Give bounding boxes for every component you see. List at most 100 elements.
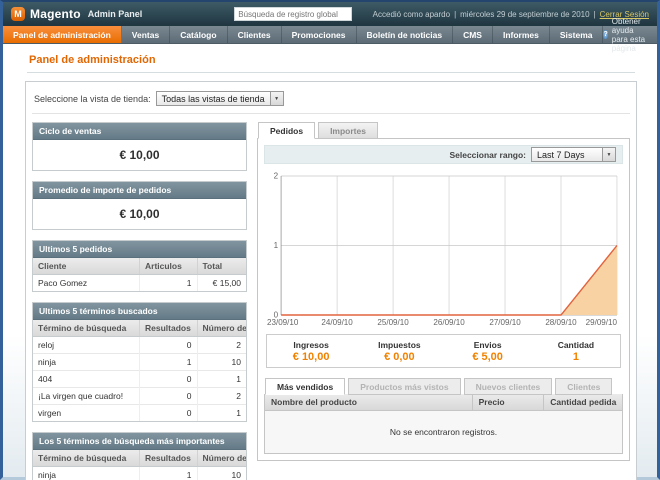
column-header: Número de usos [197, 450, 246, 467]
svg-text:2: 2 [274, 172, 279, 181]
column-header: Término de búsqueda [33, 320, 140, 337]
products-table: Nombre del producto Precio Cantidad pedi… [264, 394, 623, 454]
nav-boletin[interactable]: Boletín de noticias [357, 26, 454, 43]
svg-text:0: 0 [274, 311, 279, 320]
stat-label: Cantidad [532, 340, 620, 350]
cell-total: € 15,00 [197, 275, 246, 292]
cell-results: 0 [140, 371, 198, 388]
average-orders-title: Promedio de importe de pedidos [33, 182, 246, 199]
range-select[interactable]: Last 7 Days ▼ [531, 147, 616, 162]
cell-term: ninja [33, 467, 140, 480]
magento-logo-icon: M [11, 7, 25, 21]
header-date: miércoles 29 de septiembre de 2010 [460, 10, 589, 19]
table-row[interactable]: ninja 1 10 [33, 467, 246, 480]
cell-term: reloj [33, 337, 140, 354]
help-icon: ? [603, 30, 607, 39]
admin-header: M Magento Admin Panel Accedió como apard… [3, 2, 657, 26]
stat-label: Impuestos [355, 340, 443, 350]
nav-informes[interactable]: Informes [493, 26, 550, 43]
chevron-down-icon: ▼ [602, 148, 615, 161]
average-orders-box: Promedio de importe de pedidos € 10,00 [32, 181, 247, 230]
svg-text:27/09/10: 27/09/10 [489, 318, 521, 327]
last-orders-box: Ultimos 5 pedidos Cliente Articulos Tota… [32, 240, 247, 292]
title-divider [27, 72, 635, 73]
logged-in-text: Accedió como apardo [373, 10, 450, 19]
totals-bar: Ingresos € 10,00 Impuestos € 0,00 Envios… [266, 334, 621, 368]
table-row[interactable]: Paco Gomez 1 € 15,00 [33, 275, 246, 292]
table-row[interactable]: ¡La virgen que cuadro! 0 2 [33, 388, 246, 405]
nav-catalogo[interactable]: Catálogo [170, 26, 227, 43]
dashboard-container: Seleccione la vista de tienda: Todas las… [25, 81, 637, 480]
page-title: Panel de administración [25, 52, 637, 72]
tab-mas-vendidos[interactable]: Más vendidos [265, 378, 345, 395]
column-header: Cliente [33, 258, 140, 275]
range-label: Seleccionar rango: [449, 150, 526, 160]
cell-items: 1 [140, 275, 198, 292]
chart-tabs: Pedidos Importes [257, 122, 630, 139]
tab-importes[interactable]: Importes [318, 122, 378, 139]
cell-results: 0 [140, 388, 198, 405]
cell-customer: Paco Gomez [33, 275, 140, 292]
stat-value: 1 [532, 351, 620, 363]
cell-results: 0 [140, 337, 198, 354]
orders-chart: 23/09/1024/09/1025/09/1026/09/1027/09/10… [266, 170, 621, 328]
lifetime-sales-title: Ciclo de ventas [33, 123, 246, 140]
table-row[interactable]: ninja 1 10 [33, 354, 246, 371]
cell-uses: 1 [197, 371, 246, 388]
main-nav: Panel de administración Ventas Catálogo … [3, 26, 657, 44]
lifetime-sales-box: Ciclo de ventas € 10,00 [32, 122, 247, 171]
magento-logo: M Magento Admin Panel [11, 7, 142, 21]
column-header: Cantidad pedida [544, 394, 623, 411]
svg-text:1: 1 [274, 241, 279, 250]
stat-label: Ingresos [267, 340, 355, 350]
cell-uses: 2 [197, 388, 246, 405]
table-row[interactable]: reloj 0 2 [33, 337, 246, 354]
table-row[interactable]: virgen 0 1 [33, 405, 246, 422]
svg-text:29/09/10: 29/09/10 [586, 318, 618, 327]
cell-term: ninja [33, 354, 140, 371]
products-tabs: Más vendidos Productos más vistos Nuevos… [264, 378, 623, 395]
nav-sistema[interactable]: Sistema [550, 26, 604, 43]
top-search-terms-title: Los 5 términos de búsqueda más important… [33, 433, 246, 450]
global-search-input[interactable] [234, 7, 352, 21]
dashboard-right-column: Pedidos Importes Seleccionar rango: Last… [257, 122, 630, 480]
nav-dashboard[interactable]: Panel de administración [3, 26, 122, 43]
table-row[interactable]: 404 0 1 [33, 371, 246, 388]
stat-impuestos: Impuestos € 0,00 [355, 340, 443, 363]
nav-ventas[interactable]: Ventas [122, 26, 170, 43]
header-user-info: Accedió como apardo | miércoles 29 de se… [373, 10, 649, 19]
svg-text:24/09/10: 24/09/10 [321, 318, 353, 327]
dashboard-left-column: Ciclo de ventas € 10,00 Promedio de impo… [32, 122, 247, 480]
column-header: Articulos [140, 258, 198, 275]
stat-ingresos: Ingresos € 10,00 [267, 340, 355, 363]
chart-area: 23/09/1024/09/1025/09/1026/09/1027/09/10… [264, 164, 623, 330]
column-header: Nombre del producto [265, 394, 473, 411]
tab-nuevos-clientes[interactable]: Nuevos clientes [464, 378, 553, 395]
store-switcher-row: Seleccione la vista de tienda: Todas las… [32, 88, 630, 114]
tab-clientes[interactable]: Clientes [555, 378, 612, 395]
cell-term: 404 [33, 371, 140, 388]
tab-productos-mas-vistos[interactable]: Productos más vistos [348, 378, 460, 395]
separator: | [454, 10, 456, 19]
column-header: Precio [472, 394, 544, 411]
column-header: Total [197, 258, 246, 275]
nav-cms[interactable]: CMS [453, 26, 493, 43]
stat-label: Envios [444, 340, 532, 350]
cell-results: 0 [140, 405, 198, 422]
cell-results: 1 [140, 354, 198, 371]
range-value: Last 7 Days [532, 150, 602, 160]
nav-promociones[interactable]: Promociones [282, 26, 357, 43]
last-search-terms-table: Término de búsqueda Resultados Número de… [33, 320, 246, 421]
svg-text:26/09/10: 26/09/10 [433, 318, 465, 327]
tab-pedidos[interactable]: Pedidos [258, 122, 315, 139]
column-header: Número de usos [197, 320, 246, 337]
empty-records-text: No se encontraron registros. [265, 411, 623, 454]
page-body: Panel de administración Seleccione la vi… [3, 44, 657, 480]
average-orders-value: € 10,00 [33, 199, 246, 229]
empty-row: No se encontraron registros. [265, 411, 623, 454]
store-view-select[interactable]: Todas las vistas de tienda ▼ [156, 91, 284, 106]
nav-clientes[interactable]: Clientes [228, 26, 282, 43]
svg-text:23/09/10: 23/09/10 [267, 318, 299, 327]
help-link[interactable]: ? Obtener ayuda para esta página [603, 26, 657, 43]
svg-text:28/09/10: 28/09/10 [545, 318, 577, 327]
